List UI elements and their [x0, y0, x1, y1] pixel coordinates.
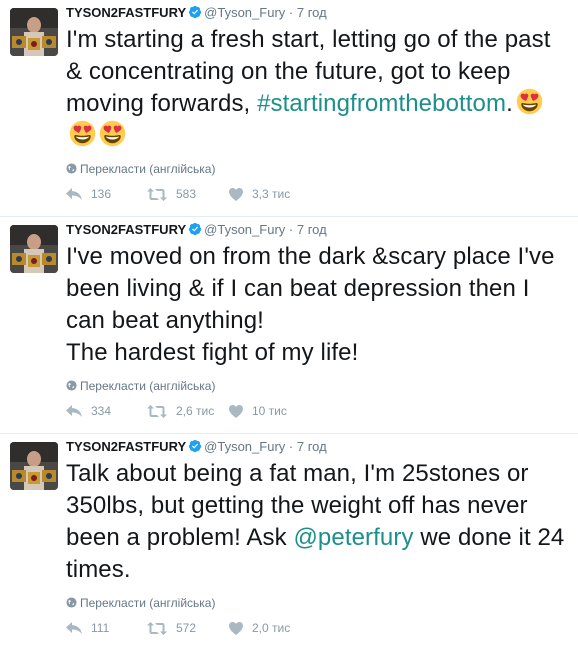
reply-button[interactable]: 334	[66, 404, 147, 418]
verified-badge-icon	[189, 5, 202, 19]
reply-count: 111	[91, 621, 110, 635]
retweet-count: 2,6 тис	[176, 404, 215, 418]
globe-icon	[66, 163, 77, 174]
timestamp[interactable]: 7 год	[297, 222, 327, 237]
display-name[interactable]: TYSON2FASTFURY	[66, 222, 186, 237]
timestamp[interactable]: 7 год	[297, 439, 327, 454]
separator-dot: ·	[288, 222, 294, 237]
heart-icon	[229, 621, 243, 635]
tweet-header: TYSON2FASTFURY @Tyson_Fury · 7 год	[66, 438, 570, 456]
reply-icon	[66, 405, 82, 417]
reply-count: 334	[91, 404, 112, 418]
tweet-actions: 334 2,6 тис 10 тис	[66, 404, 319, 418]
separator-dot: ·	[288, 439, 294, 454]
like-count: 10 тис	[252, 404, 287, 418]
reply-count: 136	[91, 187, 112, 201]
tweet-text-part: .	[506, 90, 513, 117]
tweet-text-line: The hardest fight of my life!	[66, 339, 359, 366]
like-count: 2,0 тис	[252, 621, 291, 635]
heart-eyes-emoji-icon	[516, 88, 543, 115]
like-button[interactable]: 3,3 тис	[229, 187, 319, 201]
tweet-text: Talk about being a fat man, I'm 25stones…	[66, 458, 570, 586]
like-count: 3,3 тис	[252, 187, 291, 201]
globe-icon	[66, 380, 77, 391]
like-button[interactable]: 10 тис	[229, 404, 319, 418]
translate-label: Перекласти (англійська)	[80, 596, 216, 610]
tweet-actions: 136 583 3,3 тис	[66, 187, 319, 201]
tweet[interactable]: TYSON2FASTFURY @Tyson_Fury · 7 год I'm st…	[0, 0, 578, 217]
like-button[interactable]: 2,0 тис	[229, 621, 319, 635]
user-handle[interactable]: @Tyson_Fury	[204, 5, 285, 20]
user-handle[interactable]: @Tyson_Fury	[204, 439, 285, 454]
heart-eyes-emoji-icon	[69, 120, 96, 147]
user-handle[interactable]: @Tyson_Fury	[204, 222, 285, 237]
retweet-button[interactable]: 572	[147, 621, 229, 635]
tweet-header: TYSON2FASTFURY @Tyson_Fury · 7 год	[66, 221, 570, 239]
retweet-icon	[147, 187, 167, 201]
verified-badge-icon	[189, 222, 202, 236]
heart-eyes-emoji-icon	[99, 120, 126, 147]
heart-icon	[229, 404, 243, 418]
reply-button[interactable]: 111	[66, 621, 147, 635]
tweet-text: I've moved on from the dark &scary place…	[66, 241, 570, 369]
display-name[interactable]: TYSON2FASTFURY	[66, 439, 186, 454]
tweet-header: TYSON2FASTFURY @Tyson_Fury · 7 год	[66, 4, 570, 22]
reply-icon	[66, 188, 82, 200]
retweet-count: 572	[176, 621, 197, 635]
globe-icon	[66, 597, 77, 608]
avatar[interactable]	[10, 225, 58, 273]
tweet[interactable]: TYSON2FASTFURY @Tyson_Fury · 7 год Talk a…	[0, 434, 578, 654]
avatar[interactable]	[10, 8, 58, 56]
reply-button[interactable]: 136	[66, 187, 147, 201]
separator-dot: ·	[288, 5, 294, 20]
retweet-icon	[147, 404, 167, 418]
heart-icon	[229, 187, 243, 201]
tweet[interactable]: TYSON2FASTFURY @Tyson_Fury · 7 год I've m…	[0, 217, 578, 434]
translate-label: Перекласти (англійська)	[80, 162, 216, 176]
timestamp[interactable]: 7 год	[297, 5, 327, 20]
retweet-icon	[147, 621, 167, 635]
display-name[interactable]: TYSON2FASTFURY	[66, 5, 186, 20]
translate-link[interactable]: Перекласти (англійська)	[66, 378, 570, 394]
retweet-button[interactable]: 2,6 тис	[147, 404, 229, 418]
translate-link[interactable]: Перекласти (англійська)	[66, 161, 570, 177]
avatar[interactable]	[10, 442, 58, 490]
hashtag-link[interactable]: #startingfromthebottom	[257, 90, 506, 117]
tweet-text-line: I've moved on from the dark &scary place…	[66, 243, 555, 334]
mention-link[interactable]: @peterfury	[293, 524, 413, 551]
retweet-count: 583	[176, 187, 197, 201]
tweet-actions: 111 572 2,0 тис	[66, 621, 319, 635]
translate-label: Перекласти (англійська)	[80, 379, 216, 393]
verified-badge-icon	[189, 439, 202, 453]
retweet-button[interactable]: 583	[147, 187, 229, 201]
tweet-text: I'm starting a fresh start, letting go o…	[66, 24, 570, 152]
timeline: TYSON2FASTFURY @Tyson_Fury · 7 год I'm st…	[0, 0, 578, 654]
reply-icon	[66, 622, 82, 634]
translate-link[interactable]: Перекласти (англійська)	[66, 595, 570, 611]
